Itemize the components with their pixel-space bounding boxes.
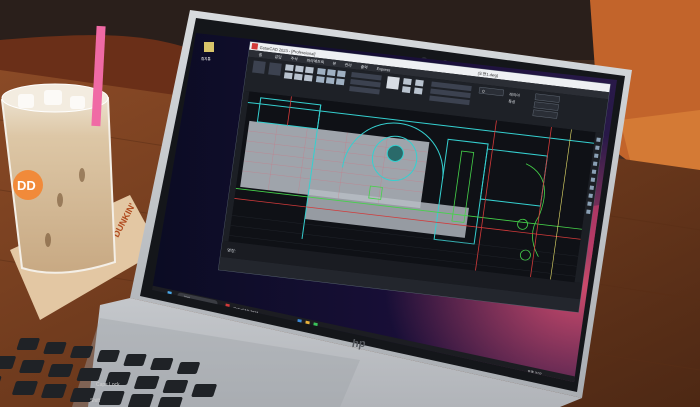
dd-logo-text: DD (17, 178, 36, 193)
shift-key-label: Shift (90, 398, 101, 404)
scene-canvas: DUNKIN' DD Caps Lock Shift hp 휴지통 GstarC… (0, 0, 700, 407)
recycle-bin-label: 휴지통 (201, 56, 211, 61)
hp-logo: hp (352, 338, 366, 350)
ribbon-tab-insert[interactable]: 삽입 (274, 54, 282, 60)
recycle-bin-icon[interactable] (204, 42, 214, 52)
caps-lock-key-label: Caps Lock (96, 382, 120, 388)
photo-scene: DUNKIN' DD Caps Lock Shift hp 휴지통 GstarC… (0, 0, 700, 407)
ribbon-tab-manage[interactable]: 관리 (344, 62, 352, 68)
properties-button[interactable]: 특성 (508, 99, 516, 105)
command-prompt: 명령: (227, 246, 236, 253)
cad-window[interactable]: GstarCAD 2023 - [Professional] (도면1.dwg)… (217, 41, 611, 313)
cad-app-icon (251, 42, 259, 50)
ribbon-tab-annotate[interactable]: 주석 (290, 56, 298, 62)
ribbon-tab-output[interactable]: 출력 (360, 64, 368, 70)
